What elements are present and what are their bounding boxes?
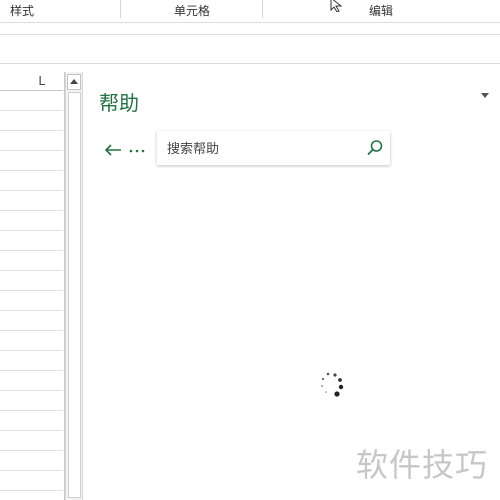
grid-row-line — [0, 270, 63, 271]
ribbon-group-cells[interactable]: 单元格 — [174, 4, 210, 18]
scrollbar-thumb[interactable] — [68, 92, 81, 498]
column-header-l[interactable]: L — [0, 72, 63, 91]
more-options-icon[interactable] — [128, 142, 146, 158]
mouse-pointer-icon — [330, 0, 343, 12]
back-arrow-icon[interactable] — [103, 142, 123, 158]
pane-options-chevron-down-icon[interactable] — [481, 93, 489, 98]
grid-row-line — [0, 290, 63, 291]
grid-row-line — [0, 310, 63, 311]
worksheet-grid[interactable]: L — [0, 72, 65, 500]
grid-row-line — [0, 470, 63, 471]
grid-row-line — [0, 150, 63, 151]
grid-row-line — [0, 350, 63, 351]
grid-row-line — [0, 330, 63, 331]
ribbon-group-editing[interactable]: 编辑 — [369, 4, 393, 18]
grid-row-line — [0, 410, 63, 411]
grid-row-line — [0, 250, 63, 251]
search-icon[interactable] — [366, 139, 384, 157]
ribbon-group-labels: 样式 单元格 编辑 — [0, 0, 500, 23]
ribbon-group-separator — [120, 0, 121, 18]
grid-row-line — [0, 210, 63, 211]
help-search-input[interactable] — [165, 137, 359, 161]
loading-spinner-icon — [321, 372, 344, 397]
grid-row-line — [0, 490, 63, 491]
grid-row-line — [0, 170, 63, 171]
grid-row-line — [0, 190, 63, 191]
grid-row-line — [0, 370, 63, 371]
vertical-scrollbar[interactable] — [65, 72, 82, 500]
grid-row-line — [0, 130, 63, 131]
ribbon-group-styles[interactable]: 样式 — [10, 4, 34, 18]
help-pane-title: 帮助 — [99, 91, 139, 115]
grid-row-line — [0, 230, 63, 231]
grid-row-line — [0, 450, 63, 451]
help-search-box — [157, 131, 390, 165]
formula-bar[interactable] — [0, 34, 500, 64]
scroll-up-arrow-icon[interactable] — [67, 74, 81, 90]
grid-row-line — [0, 430, 63, 431]
watermark-text: 软件技巧 — [356, 446, 489, 484]
grid-row-line — [0, 110, 63, 111]
ribbon-group-separator — [262, 0, 263, 18]
grid-row-line — [0, 390, 63, 391]
watermark: 软件技巧 — [350, 420, 500, 500]
